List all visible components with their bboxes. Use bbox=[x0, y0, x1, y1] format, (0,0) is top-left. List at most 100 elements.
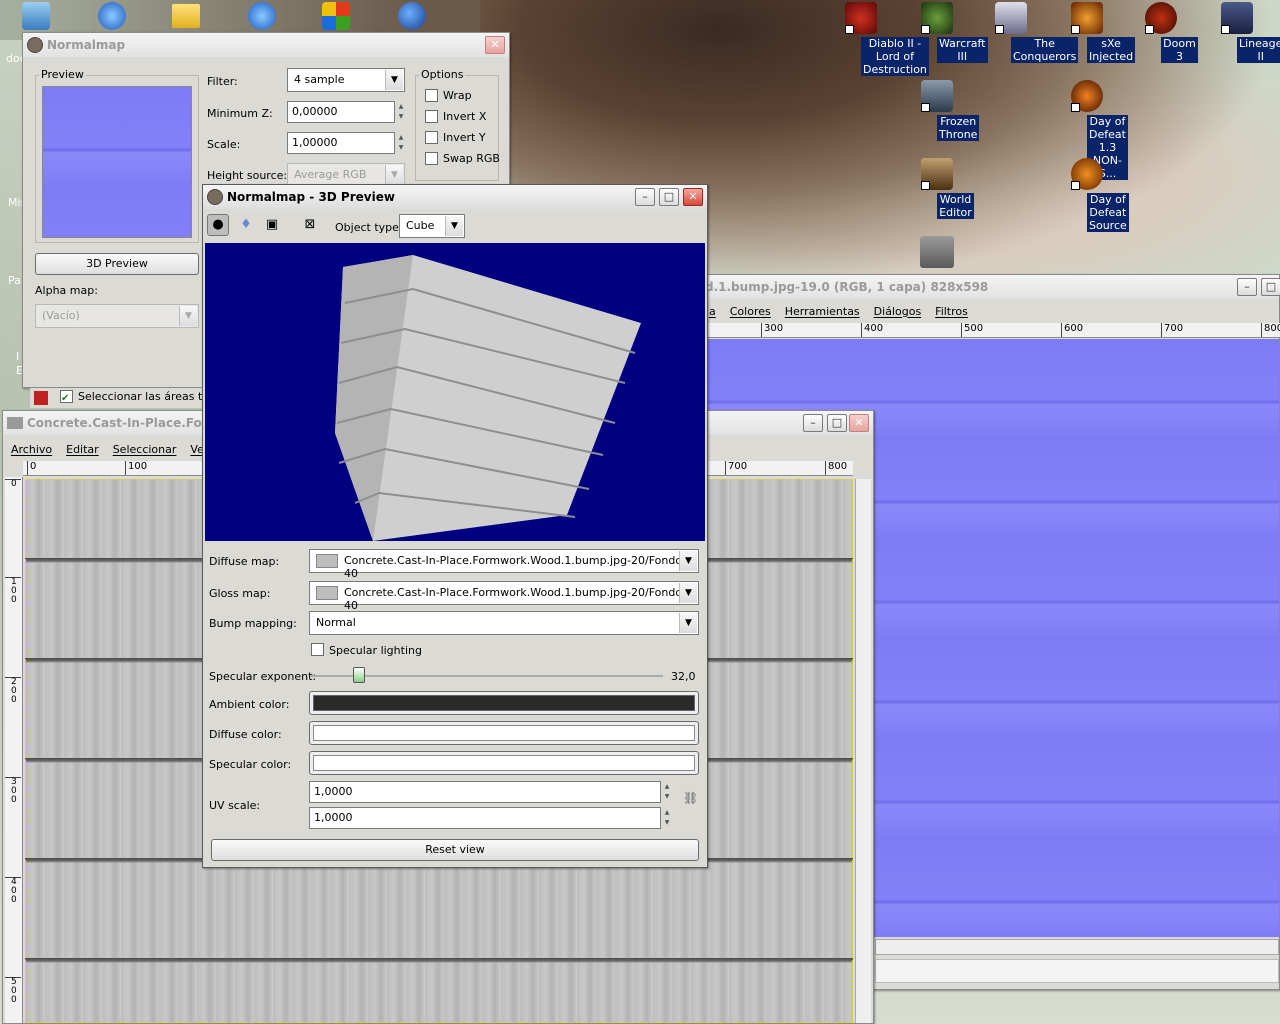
ie-icon[interactable] bbox=[248, 2, 276, 30]
uv-v-value: 1,0000 bbox=[314, 811, 353, 824]
folder-icon[interactable] bbox=[172, 4, 200, 28]
chain-link-icon[interactable]: ⛓ bbox=[683, 791, 698, 813]
windows-media-icon[interactable] bbox=[322, 2, 350, 30]
checkbox[interactable] bbox=[425, 110, 438, 123]
spin-arrows-icon[interactable]: ▲ ▼ bbox=[662, 808, 672, 830]
status-bar bbox=[875, 959, 1279, 983]
frozen-throne-icon: ↗ bbox=[921, 80, 953, 112]
titlebar[interactable]: d.1.bump.jpg-19.0 (RGB, 1 capa) 828x598 bbox=[701, 275, 1279, 299]
horizontal-ruler: 300 400 500 600 700 800 bbox=[701, 323, 1280, 338]
ruler-tick: 800 bbox=[825, 461, 847, 475]
specular-lighting-checkbox[interactable] bbox=[311, 643, 324, 656]
minimize-button[interactable]: – bbox=[803, 414, 823, 432]
slider-handle[interactable] bbox=[353, 667, 365, 683]
ruler-tick: 300 bbox=[761, 323, 783, 337]
minz-label: Minimum Z: bbox=[207, 107, 273, 120]
alpha-map-select[interactable]: (Vacío) ▼ bbox=[35, 304, 199, 328]
object-type-select[interactable]: Cube ▼ bbox=[399, 214, 465, 238]
3d-viewport[interactable] bbox=[205, 243, 705, 541]
spin-arrows-icon[interactable]: ▲ ▼ bbox=[662, 782, 672, 804]
toolbar: ● ♦ ▣ ⊠ Object type: Cube ▼ bbox=[203, 211, 707, 241]
image-icon[interactable]: ▣ bbox=[261, 214, 283, 236]
frozen-throne-shortcut[interactable]: ↗ Frozen Throne bbox=[900, 80, 980, 141]
doom-shortcut[interactable]: ↗ Doom 3 bbox=[1124, 2, 1198, 63]
close-button[interactable]: ✕ bbox=[683, 188, 703, 206]
chevron-down-icon: ▼ bbox=[445, 216, 463, 236]
uv-scale-v-input[interactable]: 1,0000 ▲ ▼ bbox=[309, 807, 669, 829]
bump-mapping-select[interactable]: Normal ▼ bbox=[309, 611, 699, 635]
ie-icon[interactable] bbox=[22, 2, 50, 30]
dod-source-shortcut[interactable]: ↗ Day of Defeat Source bbox=[1050, 158, 1129, 232]
lineage-shortcut[interactable]: ↗ Lineage II bbox=[1200, 2, 1280, 63]
3d-preview-button[interactable]: 3D Preview bbox=[35, 253, 199, 275]
menu-editar[interactable]: Editar bbox=[66, 443, 99, 456]
close-button[interactable]: ✕ bbox=[485, 36, 505, 54]
conquerors-shortcut[interactable]: ↗ The Conquerors bbox=[974, 2, 1079, 63]
color-swatch bbox=[313, 725, 695, 741]
ambient-color-button[interactable] bbox=[309, 691, 699, 715]
scale-value: 1,00000 bbox=[292, 136, 338, 149]
horizontal-scrollbar[interactable] bbox=[875, 939, 1279, 955]
menu-seleccionar[interactable]: Seleccionar bbox=[113, 443, 177, 456]
preview3d-window[interactable]: Normalmap - 3D Preview – □ ✕ ● ♦ ▣ ⊠ Obj… bbox=[202, 184, 708, 868]
chevron-down-icon: ▼ bbox=[179, 306, 197, 326]
shortcut-arrow-icon: ↗ bbox=[1145, 25, 1154, 34]
spin-arrows-icon[interactable]: ▲ ▼ bbox=[396, 102, 406, 124]
titlebar[interactable]: Normalmap - 3D Preview bbox=[203, 185, 707, 209]
window-title: d.1.bump.jpg-19.0 (RGB, 1 capa) 828x598 bbox=[705, 280, 989, 294]
dod-icon: ↗ bbox=[1071, 80, 1103, 112]
height-source-label: Height source: bbox=[207, 169, 288, 182]
ie-icon[interactable] bbox=[98, 2, 126, 30]
scale-input[interactable]: 1,00000 ▲ ▼ bbox=[287, 132, 403, 154]
shortcut-arrow-icon: ↗ bbox=[1071, 25, 1080, 34]
select-transparent-label: Seleccionar las áreas tran bbox=[78, 390, 221, 403]
diffuse-color-button[interactable] bbox=[309, 721, 699, 745]
diablo-shortcut[interactable]: ↗ Diablo II - Lord of Destruction bbox=[824, 2, 929, 76]
fullscreen-icon[interactable]: ⊠ bbox=[299, 214, 321, 236]
maximize-button[interactable]: □ bbox=[659, 188, 679, 206]
diablo-icon: ↗ bbox=[845, 2, 877, 34]
menu-archivo[interactable]: Archivo bbox=[11, 443, 52, 456]
reset-view-button[interactable]: Reset view bbox=[211, 839, 699, 861]
select-transparent-checkbox[interactable]: ✔ bbox=[60, 390, 73, 404]
menu-dialogos[interactable]: Diálogos bbox=[874, 305, 922, 318]
ruler-tick: 0 bbox=[27, 461, 36, 475]
object-type-value: Cube bbox=[406, 219, 435, 232]
menu-colores[interactable]: Colores bbox=[730, 305, 771, 318]
uv-scale-u-input[interactable]: 1,0000 ▲ ▼ bbox=[309, 781, 669, 803]
gloss-map-value: Concrete.Cast-In-Place.Formwork.Wood.1.b… bbox=[344, 586, 687, 612]
desktop-app-icon[interactable] bbox=[920, 236, 954, 268]
lineage-icon: ↗ bbox=[1221, 2, 1253, 34]
warcraft-shortcut[interactable]: ↗ Warcraft III bbox=[900, 2, 988, 63]
dod-shortcut[interactable]: ↗ Day of Defeat 1.3 NON-S... bbox=[1050, 80, 1128, 180]
titlebar[interactable]: Normalmap bbox=[23, 33, 509, 57]
world-editor-shortcut[interactable]: ↗ World Editor bbox=[900, 158, 974, 219]
minimize-button[interactable]: – bbox=[635, 188, 655, 206]
minz-input[interactable]: 0,00000 ▲ ▼ bbox=[287, 101, 403, 123]
menu-item[interactable]: a bbox=[709, 305, 716, 318]
menu-filtros[interactable]: Filtros bbox=[935, 305, 968, 318]
bump-mapping-value: Normal bbox=[316, 616, 356, 629]
diffuse-map-select[interactable]: Concrete.Cast-In-Place.Formwork.Wood.1.b… bbox=[309, 549, 699, 580]
gloss-map-select[interactable]: Concrete.Cast-In-Place.Formwork.Wood.1.b… bbox=[309, 581, 699, 612]
menu-herramientas[interactable]: Herramientas bbox=[785, 305, 860, 318]
light-bulb-icon[interactable]: ♦ bbox=[235, 214, 257, 236]
sxe-shortcut[interactable]: ↗ sXe Injected bbox=[1050, 2, 1136, 63]
filter-select[interactable]: 4 sample ▼ bbox=[287, 68, 405, 92]
maximize-button[interactable]: □ bbox=[827, 414, 847, 432]
sphere-icon[interactable]: ● bbox=[207, 214, 229, 236]
icon-label: Day of Defeat Source bbox=[1087, 193, 1129, 232]
specular-color-button[interactable] bbox=[309, 751, 699, 775]
ruler-tick: 700 bbox=[725, 461, 747, 475]
minimize-button[interactable]: – bbox=[1237, 278, 1257, 296]
desktop-partial-label: Pa bbox=[8, 274, 21, 287]
vertical-scrollbar[interactable] bbox=[855, 479, 871, 1023]
checkbox[interactable] bbox=[425, 131, 438, 144]
checkbox[interactable] bbox=[425, 152, 438, 165]
close-button[interactable]: ✕ bbox=[849, 414, 869, 432]
spin-arrows-icon[interactable]: ▲ ▼ bbox=[396, 133, 406, 155]
checkbox[interactable] bbox=[425, 89, 438, 102]
gimp-icon bbox=[27, 37, 43, 53]
google-earth-icon[interactable] bbox=[398, 2, 426, 30]
maximize-button[interactable]: □ bbox=[1261, 278, 1280, 296]
